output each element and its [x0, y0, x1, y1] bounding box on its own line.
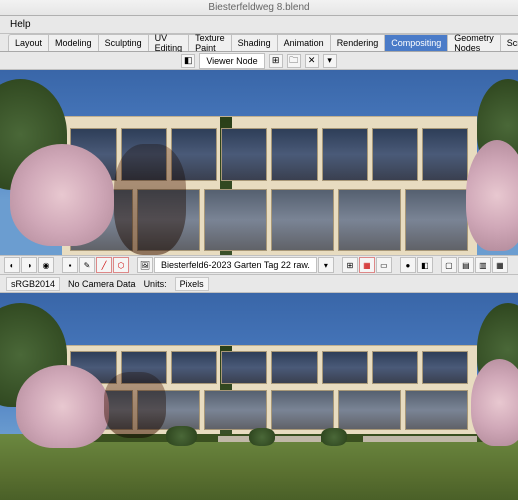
tab-modeling[interactable]: Modeling: [48, 34, 99, 51]
tab-uv-editing[interactable]: UV Editing: [148, 34, 190, 51]
units-field[interactable]: Pixels: [175, 277, 209, 291]
camera-data-label: No Camera Data: [68, 279, 136, 289]
viewer-node-selector[interactable]: Viewer Node: [199, 53, 264, 69]
image-filename[interactable]: Biesterfeld6-2023 Garten Tag 22 raw.: [154, 257, 317, 273]
tab-animation[interactable]: Animation: [277, 34, 331, 51]
display-solid-icon[interactable]: ▢: [441, 257, 457, 273]
node-type-icon[interactable]: ◧: [181, 54, 195, 68]
display-alpha-icon[interactable]: ▤: [458, 257, 474, 273]
window-title: Biesterfeldweg 8.blend: [208, 2, 309, 13]
tab-texture-paint[interactable]: Texture Paint: [188, 34, 232, 51]
image-editor-toolbar: ◐ ◑ ◉ ▪ ✎ ╱ ⬡ 🖼 Biesterfeld6-2023 Garten…: [0, 255, 518, 275]
pass-icon[interactable]: ▭: [376, 257, 392, 273]
render-preview-top: [0, 70, 518, 255]
tab-shading[interactable]: Shading: [231, 34, 278, 51]
tab-compositing[interactable]: Compositing: [384, 34, 448, 51]
tab-sculpting[interactable]: Sculpting: [98, 34, 149, 51]
color-space-field[interactable]: sRGB2014: [6, 277, 60, 291]
units-label: Units:: [144, 279, 167, 289]
dropdown-icon[interactable]: ▾: [318, 257, 334, 273]
viewport-image-editor[interactable]: [0, 293, 518, 500]
channel-split-icon[interactable]: ◧: [417, 257, 433, 273]
color-sample-icon[interactable]: ▪: [62, 257, 78, 273]
menu-bar: Help: [0, 16, 518, 34]
folder-icon[interactable]: 🗀: [287, 54, 301, 68]
title-bar: Biesterfeldweg 8.blend: [0, 0, 518, 16]
annotate-line-icon[interactable]: ╱: [96, 257, 112, 273]
menu-help[interactable]: Help: [4, 17, 37, 32]
workspace-tabs: Layout Modeling Sculpting UV Editing Tex…: [0, 34, 518, 52]
dropdown-icon[interactable]: ▾: [323, 54, 337, 68]
tab-scripting[interactable]: Scripting: [500, 34, 518, 51]
tab-rendering[interactable]: Rendering: [330, 34, 386, 51]
annotate-poly-icon[interactable]: ⬡: [113, 257, 129, 273]
render-layer-icon[interactable]: ▦: [359, 257, 375, 273]
scope-waveform-icon[interactable]: ◑: [21, 257, 37, 273]
render-slot-icon[interactable]: ⊞: [342, 257, 358, 273]
image-status-bar: sRGB2014 No Camera Data Units: Pixels: [0, 275, 518, 293]
close-icon[interactable]: ✕: [305, 54, 319, 68]
tab-geometry-nodes[interactable]: Geometry Nodes: [447, 34, 501, 51]
viewer-header: ◧ Viewer Node ⊞ 🗀 ✕ ▾: [0, 52, 518, 70]
browse-icon[interactable]: ⊞: [269, 54, 283, 68]
scope-histogram-icon[interactable]: ◐: [4, 257, 20, 273]
channel-rgba-icon[interactable]: ●: [400, 257, 416, 273]
viewport-compositor[interactable]: [0, 70, 518, 255]
scope-vectorscope-icon[interactable]: ◉: [38, 257, 54, 273]
annotate-icon[interactable]: ✎: [79, 257, 95, 273]
image-browse-icon[interactable]: 🖼: [137, 257, 153, 273]
tab-layout[interactable]: Layout: [8, 34, 49, 51]
display-r-icon[interactable]: ▦: [492, 257, 508, 273]
render-preview-bottom: [0, 293, 518, 500]
display-zdepth-icon[interactable]: ▥: [475, 257, 491, 273]
